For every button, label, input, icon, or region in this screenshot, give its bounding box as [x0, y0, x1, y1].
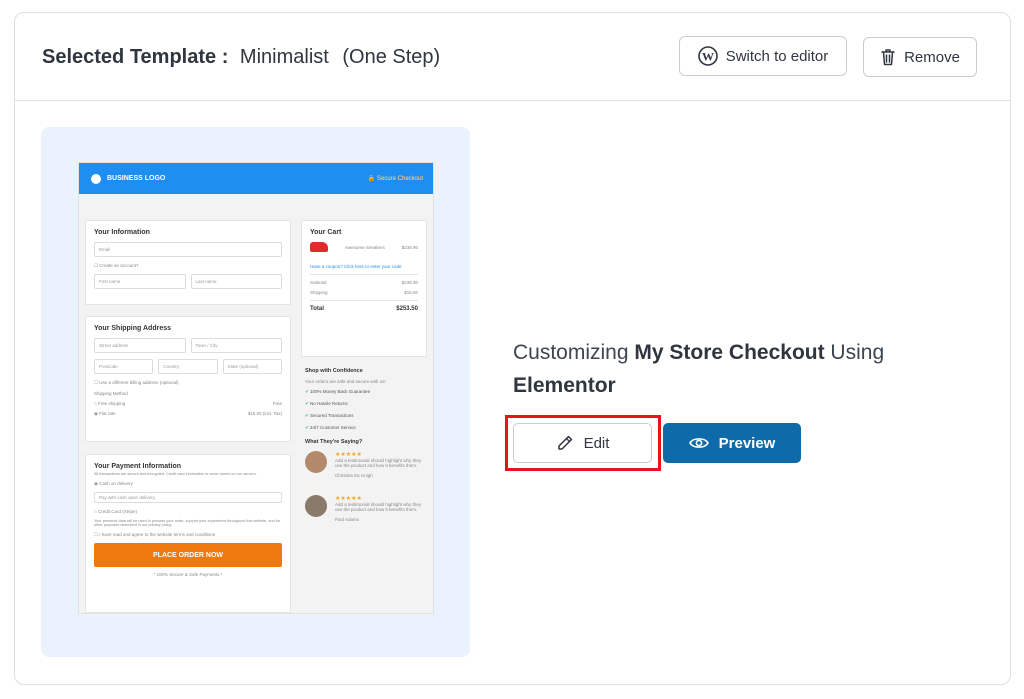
template-preview-thumbnail: BUSINESS LOGO 🔒 Secure Checkout Your Inf… — [41, 127, 470, 657]
customize-heading: Customizing My Store Checkout Using Elem… — [513, 336, 933, 402]
selected-template-title: Selected Template : Minimalist (One Step… — [42, 46, 440, 69]
mockup-payment-title: Your Payment Information — [94, 463, 181, 470]
mockup-flat-rate: ◉ Flat rate — [94, 411, 116, 416]
mockup-guarantee: 100% Money Back Guarantee — [305, 389, 429, 395]
mockup-free-shipping: ○ Free shipping — [94, 401, 126, 406]
mockup-confidence-title: Shop with Confidence — [305, 368, 363, 374]
trash-icon — [880, 48, 896, 66]
mockup-shipping-card: Your Shipping Address Street address Tow… — [85, 316, 291, 442]
customize-prefix: Customizing — [513, 341, 635, 364]
mockup-product: Awesome Sneakers — [344, 244, 385, 250]
mockup-personal-data: Your personal data will be used to proce… — [94, 519, 281, 527]
mockup-shipping-method: Shipping Method — [94, 391, 128, 396]
template-name: Minimalist — [239, 46, 329, 68]
mockup-testimonials-title: What They're Saying? — [305, 439, 363, 445]
mockup-cart-title: Your Cart — [310, 229, 342, 236]
mockup-secure-payments: * 100% Secure & Safe Payments * — [153, 572, 223, 577]
sneaker-image — [310, 242, 328, 252]
mockup-credit-card: ○ Credit Card (Stripe) — [94, 509, 137, 514]
wordpress-icon: W — [697, 46, 718, 66]
mockup-testimonial-text: Add a testimonial should highlight why t… — [335, 458, 422, 468]
mockup-info-card: Your Information Email ☐ Create an accou… — [85, 220, 291, 305]
mockup-guarantee: No Hassle Returns — [305, 401, 429, 407]
mockup-shipping-title: Your Shipping Address — [94, 325, 172, 332]
store-name: My Store Checkout — [634, 341, 825, 364]
mockup-pay-cash: Pay with cash upon delivery. — [94, 492, 282, 503]
preview-label: Preview — [718, 434, 776, 452]
mockup-postcode: Postcode — [94, 359, 154, 374]
svg-text:W: W — [702, 50, 714, 64]
mockup-terms: ☐ I have read and agree to the website t… — [94, 532, 216, 537]
logo-icon — [91, 173, 101, 184]
customize-middle: Using — [824, 341, 885, 364]
mockup-shipping-value: $15.00 — [404, 290, 418, 295]
pencil-icon — [556, 434, 574, 452]
mockup-author: Paul Adams — [335, 517, 360, 522]
mockup-guarantee: 24/7 Customer Service — [305, 425, 429, 431]
mockup-email-field: Email — [94, 242, 282, 257]
rating-stars: ★★★★★ — [335, 496, 362, 502]
switch-to-editor-label: Switch to editor — [725, 47, 829, 65]
mockup-header: BUSINESS LOGO 🔒 Secure Checkout — [79, 163, 433, 194]
mockup-testimonial: ★★★★★ Add a testimonial should highlight… — [305, 451, 429, 483]
edit-label: Edit — [583, 434, 610, 452]
mockup-diff-billing: ☐ Use a different billing address (optio… — [94, 380, 179, 385]
mockup-free-price: Free — [272, 401, 282, 406]
mockup-subtotal-label: Subtotal — [310, 280, 327, 285]
mockup-country: Country — [158, 359, 218, 374]
template-variant: (One Step) — [342, 46, 441, 68]
mockup-product-price: $238.90 — [401, 244, 418, 250]
preview-button[interactable]: Preview — [663, 423, 801, 463]
mockup-info-title: Your Information — [94, 229, 150, 236]
mockup-total-label: Total — [310, 306, 324, 312]
mockup-payment-card: Your Payment Information All transaction… — [85, 454, 291, 613]
rating-stars: ★★★★★ — [335, 452, 362, 458]
eye-icon — [688, 436, 709, 450]
mockup-logo: BUSINESS LOGO — [107, 175, 166, 182]
avatar — [305, 451, 327, 473]
template-panel: Selected Template : Minimalist (One Step… — [14, 12, 1011, 685]
mockup-testimonial: ★★★★★ Add a testimonial should highlight… — [305, 495, 429, 527]
mockup-flat-price: $15.00 (incl. Tax) — [247, 411, 282, 416]
mockup-confidence: Shop with Confidence Your orders are saf… — [305, 368, 429, 527]
mockup-coupon: Have a coupon? Click here to enter your … — [310, 264, 402, 269]
mockup-town: Town / City — [190, 338, 282, 353]
mockup-total: $253.50 — [396, 306, 418, 312]
remove-label: Remove — [904, 48, 960, 66]
edit-button[interactable]: Edit — [513, 423, 652, 463]
mockup-first-name: First name — [94, 274, 186, 289]
mockup-place-order: PLACE ORDER NOW — [94, 543, 282, 567]
mockup-testimonial-text: Add a testimonial should highlight why t… — [335, 502, 422, 512]
remove-button[interactable]: Remove — [863, 37, 977, 77]
mockup-secure-checkout: 🔒 Secure Checkout — [367, 176, 423, 182]
mockup-state: State (optional) — [222, 359, 282, 374]
switch-to-editor-button[interactable]: W Switch to editor — [679, 36, 847, 76]
mockup-shipping-label: Shipping — [310, 290, 328, 295]
mockup-payment-note: All transactions are secure and encrypte… — [94, 472, 257, 476]
mockup-cod: ◉ Cash on delivery — [94, 481, 133, 486]
builder-name: Elementor — [513, 374, 616, 397]
selected-template-label: Selected Template : — [42, 46, 229, 68]
mockup-author: Christina Mc Knigh — [335, 473, 373, 478]
checkout-mockup: BUSINESS LOGO 🔒 Secure Checkout Your Inf… — [78, 162, 434, 614]
mockup-confidence-sub: Your orders are safe and secure with us! — [305, 379, 386, 384]
panel-header: Selected Template : Minimalist (One Step… — [15, 13, 1010, 101]
mockup-create-account: ☐ Create an account? — [94, 263, 139, 268]
mockup-street: Street address — [94, 338, 186, 353]
mockup-subtotal: $238.90 — [401, 280, 418, 285]
mockup-cart-card: Your Cart Awesome Sneakers $238.90 Have … — [301, 220, 427, 357]
mockup-guarantee: Secured Transactions — [305, 413, 429, 419]
avatar — [305, 495, 327, 517]
mockup-last-name: Last name — [190, 274, 282, 289]
